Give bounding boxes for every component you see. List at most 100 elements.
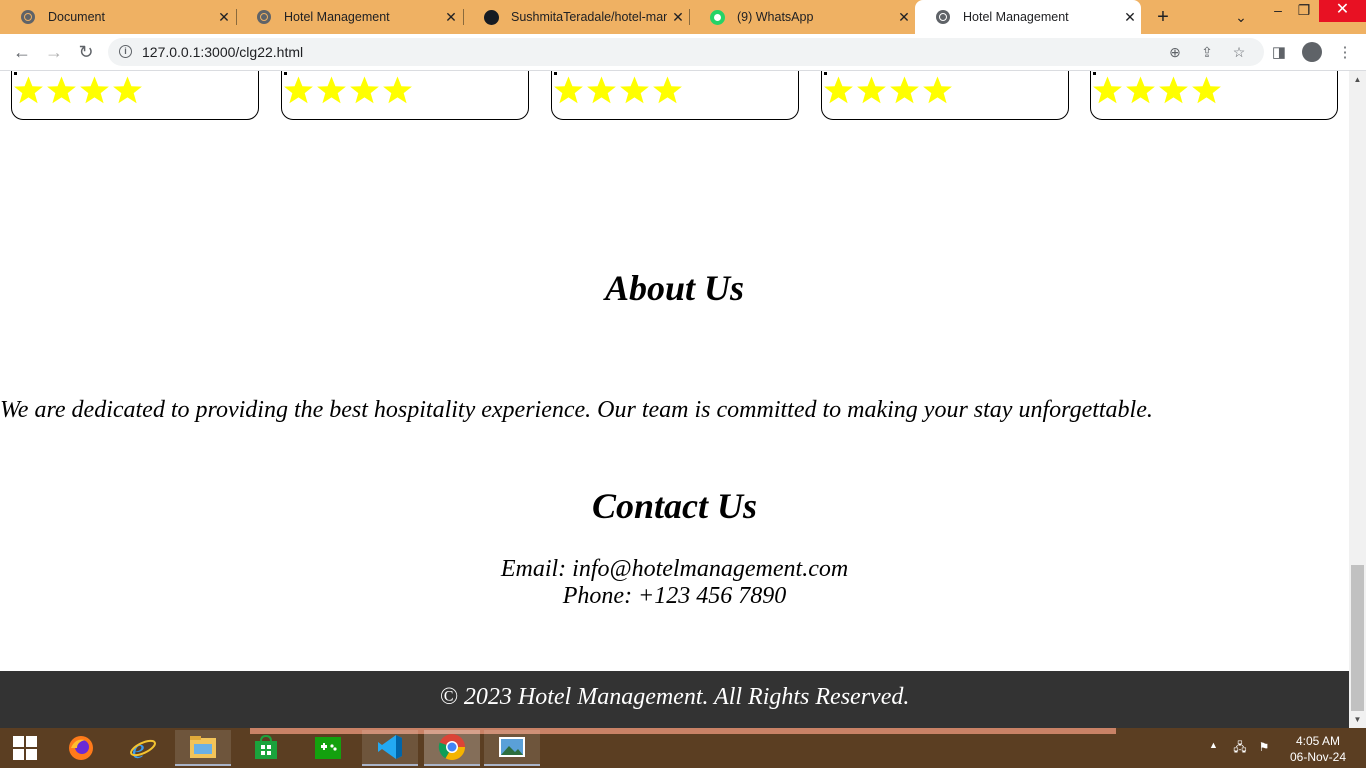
taskbar-internet-explorer[interactable]: e [115, 730, 171, 766]
star-icon [587, 76, 616, 104]
vscode-icon [378, 735, 402, 759]
github-icon [483, 9, 499, 25]
scroll-down-arrow-icon[interactable]: ▼ [1349, 711, 1366, 728]
more-menu-icon[interactable]: ⋮ [1334, 42, 1356, 64]
tab-strip: Document ✕ Hotel Management ✕ SushmitaTe… [0, 0, 1366, 34]
star-rating [552, 75, 684, 105]
tab-hotel-management[interactable]: Hotel Management ✕ [236, 0, 462, 34]
about-title: About Us [604, 268, 745, 308]
star-rating [822, 75, 954, 105]
address-bar[interactable]: i 127.0.0.1:3000/clg22.html ⊕ ⇪ ☆ [108, 38, 1264, 66]
url-text[interactable]: 127.0.0.1:3000/clg22.html [142, 44, 303, 60]
tab-document[interactable]: Document ✕ [0, 0, 235, 34]
windows-logo-icon [13, 736, 37, 760]
file-explorer-icon [190, 736, 216, 758]
globe-icon [935, 9, 951, 25]
start-button[interactable] [0, 728, 50, 768]
star-icon [113, 76, 142, 104]
tab-search-chevron-icon[interactable]: ⌄ [1228, 5, 1254, 29]
close-icon[interactable]: ✕ [667, 9, 689, 26]
close-icon[interactable]: ✕ [440, 9, 462, 26]
taskbar-file-explorer[interactable] [175, 730, 231, 766]
tab-title: SushmitaTeradale/hotel-management [511, 10, 667, 24]
footer-copyright: © 2023 Hotel Management. All Rights Rese… [439, 684, 910, 710]
network-icon[interactable]: 🖧 [1232, 740, 1248, 754]
tab-title: (9) WhatsApp [737, 10, 814, 24]
star-icon [653, 76, 682, 104]
star-icon [1159, 76, 1188, 104]
side-panel-icon[interactable]: ◨ [1268, 42, 1290, 64]
window-close-button[interactable]: ✕ [1319, 0, 1366, 22]
star-icon [824, 76, 853, 104]
tab-title: Hotel Management [963, 10, 1069, 24]
taskbar-photos[interactable] [484, 730, 540, 766]
browser-toolbar: ← → ↻ i 127.0.0.1:3000/clg22.html ⊕ ⇪ ☆ … [0, 34, 1366, 71]
tab-whatsapp[interactable]: (9) WhatsApp ✕ [689, 0, 915, 34]
contact-title: Contact Us [591, 486, 758, 526]
internet-explorer-icon: e [130, 734, 156, 762]
tab-title: Hotel Management [284, 10, 390, 24]
store-icon [255, 735, 277, 759]
taskbar-clock[interactable]: 4:05 AM 06-Nov-24 [1282, 733, 1354, 765]
star-icon [890, 76, 919, 104]
star-icon [857, 76, 886, 104]
rating-card [281, 71, 529, 120]
xbox-icon [315, 737, 341, 759]
star-icon [620, 76, 649, 104]
close-icon[interactable]: ✕ [1119, 9, 1141, 26]
star-icon [923, 76, 952, 104]
rating-card [11, 71, 259, 120]
profile-avatar-icon[interactable] [1302, 42, 1322, 62]
taskbar-chrome[interactable] [424, 730, 480, 766]
firefox-icon [69, 736, 93, 760]
minimize-button[interactable]: – [1265, 0, 1291, 22]
star-rating [12, 75, 144, 105]
reload-icon[interactable]: ↻ [72, 39, 100, 65]
site-info-icon[interactable]: i [119, 45, 132, 58]
scroll-up-arrow-icon[interactable]: ▲ [1349, 71, 1366, 88]
page-viewport: About Us We are dedicated to providing t… [0, 71, 1349, 728]
star-icon [80, 76, 109, 104]
about-text: We are dedicated to providing the best h… [0, 397, 1153, 423]
taskbar-vscode[interactable] [362, 730, 418, 766]
star-icon [1093, 76, 1122, 104]
star-rating [1091, 75, 1223, 105]
zoom-icon[interactable]: ⊕ [1164, 41, 1186, 63]
clock-time: 4:05 AM [1295, 734, 1341, 748]
tab-github[interactable]: SushmitaTeradale/hotel-management ✕ [463, 0, 689, 34]
contact-phone: Phone: +123 456 7890 [562, 583, 787, 609]
restore-button[interactable]: ❐ [1291, 0, 1317, 22]
action-center-flag-icon[interactable]: ⚑ [1256, 740, 1272, 754]
rating-card [821, 71, 1069, 120]
star-icon [47, 76, 76, 104]
star-icon [284, 76, 313, 104]
page-footer: © 2023 Hotel Management. All Rights Rese… [0, 671, 1349, 728]
photos-icon [499, 737, 525, 757]
windows-taskbar: e ▲ 🖧 ⚑ 4:05 AM 06-Nov-24 [0, 728, 1366, 768]
rating-card [1090, 71, 1338, 120]
forward-arrow-icon[interactable]: → [40, 39, 68, 65]
tab-title: Document [48, 10, 105, 24]
chrome-icon [438, 734, 466, 761]
share-icon[interactable]: ⇪ [1196, 41, 1218, 63]
rating-card [551, 71, 799, 120]
taskbar-store[interactable] [238, 730, 294, 766]
star-icon [1126, 76, 1155, 104]
taskbar-xbox[interactable] [300, 730, 356, 766]
new-tab-button[interactable]: + [1150, 4, 1176, 30]
bookmark-star-icon[interactable]: ☆ [1228, 41, 1250, 63]
star-icon [317, 76, 346, 104]
globe-icon [20, 9, 36, 25]
close-icon[interactable]: ✕ [213, 9, 235, 26]
vertical-scrollbar[interactable]: ▲ ▼ [1349, 71, 1366, 728]
back-arrow-icon[interactable]: ← [8, 39, 36, 65]
tray-overflow-chevron-icon[interactable]: ▲ [1209, 740, 1218, 750]
star-icon [383, 76, 412, 104]
taskbar-firefox[interactable] [53, 730, 109, 766]
scroll-thumb[interactable] [1351, 565, 1364, 711]
globe-icon [256, 9, 272, 25]
contact-email: Email: info@hotelmanagement.com [500, 556, 849, 582]
close-icon[interactable]: ✕ [893, 9, 915, 26]
star-rating [282, 75, 414, 105]
tab-hotel-management-active[interactable]: Hotel Management ✕ [915, 0, 1141, 34]
